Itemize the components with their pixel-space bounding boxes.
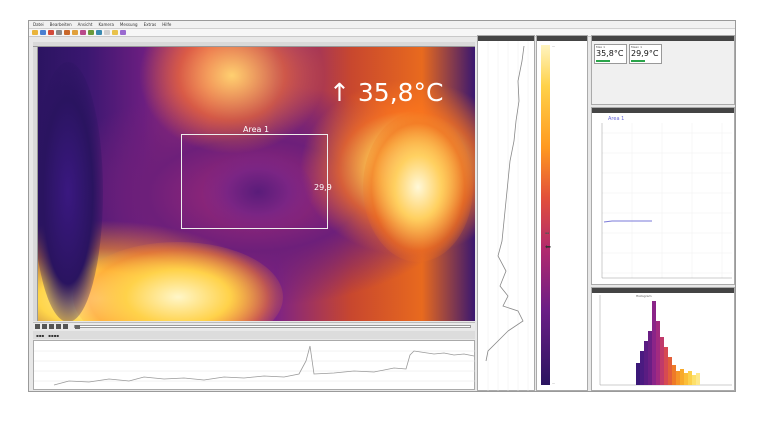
hot-floor-region	[73, 242, 283, 321]
readout-max[interactable]: Max 1 35,8°C	[594, 44, 627, 64]
ruler-horizontal	[33, 42, 475, 47]
scale-value: ▪▪	[545, 231, 550, 235]
zoom-icon[interactable]	[72, 30, 78, 35]
menu-camera[interactable]: Kamera	[98, 21, 113, 29]
open-icon[interactable]	[32, 30, 38, 35]
trend-svg	[601, 123, 732, 279]
step-back-icon[interactable]	[42, 324, 47, 329]
step-forward-icon[interactable]	[56, 324, 61, 329]
tab-record[interactable]: ▪▪▪	[36, 333, 44, 338]
histogram-bars	[636, 301, 700, 385]
profile-line	[485, 45, 525, 362]
color-scale-bar[interactable]	[541, 45, 550, 385]
scale-tick-top: —	[552, 44, 555, 48]
cold-region	[33, 62, 103, 321]
area-value: 29,9	[314, 183, 332, 192]
menu-bar: Datei Bearbeiten Ansicht Kamera Messung …	[29, 21, 735, 29]
timeline-thumb[interactable]	[75, 325, 80, 329]
time-chart-line	[53, 345, 475, 386]
profile-svg	[485, 41, 529, 391]
trend-title: Area 1	[608, 116, 625, 122]
bottom-tabs: ▪▪▪ ▪▪▪▪	[33, 331, 475, 339]
ruler-vertical	[33, 47, 38, 321]
menu-view[interactable]: Ansicht	[78, 21, 93, 29]
vertical-profile-panel	[477, 35, 535, 391]
thermal-image-view[interactable]: Area 1 29,9 ↑ 35,8°C	[33, 42, 475, 321]
histogram-panel: Histogram	[591, 287, 735, 391]
scale-pointer-icon[interactable]: ⬅	[545, 243, 551, 251]
area-label: Area 1	[243, 125, 270, 134]
skip-forward-icon[interactable]	[63, 324, 68, 329]
histogram-svg	[599, 295, 732, 386]
timeline-slider[interactable]	[74, 325, 471, 329]
record-icon[interactable]	[48, 30, 54, 35]
color-scale-panel: — — ▪▪ ⬅	[536, 35, 588, 391]
thermal-analysis-window: Datei Bearbeiten Ansicht Kamera Messung …	[28, 20, 736, 392]
readout-mean-value: 29,9°C	[631, 49, 659, 58]
menu-file[interactable]: Datei	[33, 21, 44, 29]
readouts-header	[592, 36, 734, 41]
save-icon[interactable]	[40, 30, 46, 35]
menu-extras[interactable]: Extras	[144, 21, 157, 29]
line-icon[interactable]	[96, 30, 102, 35]
readout-mean[interactable]: Mean 1 29,9°C	[629, 44, 662, 64]
max-temperature-readout: ↑ 35,8°C	[329, 78, 444, 107]
readout-max-indicator	[596, 60, 610, 62]
export-icon[interactable]	[112, 30, 118, 35]
readout-max-value: 35,8°C	[596, 49, 624, 58]
scale-tick-bottom: —	[552, 381, 555, 385]
tab-analysis[interactable]: ▪▪▪▪	[48, 333, 59, 338]
play-icon[interactable]	[56, 30, 62, 35]
menu-help[interactable]: Hilfe	[162, 21, 171, 29]
palette-select-icon[interactable]	[120, 30, 126, 35]
playback-bar	[33, 322, 475, 330]
scale-header	[537, 36, 587, 41]
measurement-area-rect[interactable]	[181, 134, 328, 229]
play-icon[interactable]	[49, 324, 54, 329]
menu-edit[interactable]: Bearbeiten	[50, 21, 72, 29]
spot-icon[interactable]	[88, 30, 94, 35]
histogram-title: Histogram	[636, 294, 652, 298]
settings-icon[interactable]	[104, 30, 110, 35]
menu-measure[interactable]: Messung	[120, 21, 138, 29]
readouts-panel: Max 1 35,8°C Mean 1 29,9°C	[591, 35, 735, 105]
trend-line	[603, 220, 652, 223]
rect-icon[interactable]	[80, 30, 86, 35]
trend-panel: Area 1	[591, 107, 735, 285]
time-chart-svg	[34, 345, 476, 386]
palette-icon[interactable]	[64, 30, 70, 35]
hot-region	[363, 112, 473, 262]
time-chart	[33, 340, 476, 390]
skip-back-icon[interactable]	[35, 324, 40, 329]
readout-mean-indicator	[631, 60, 645, 62]
